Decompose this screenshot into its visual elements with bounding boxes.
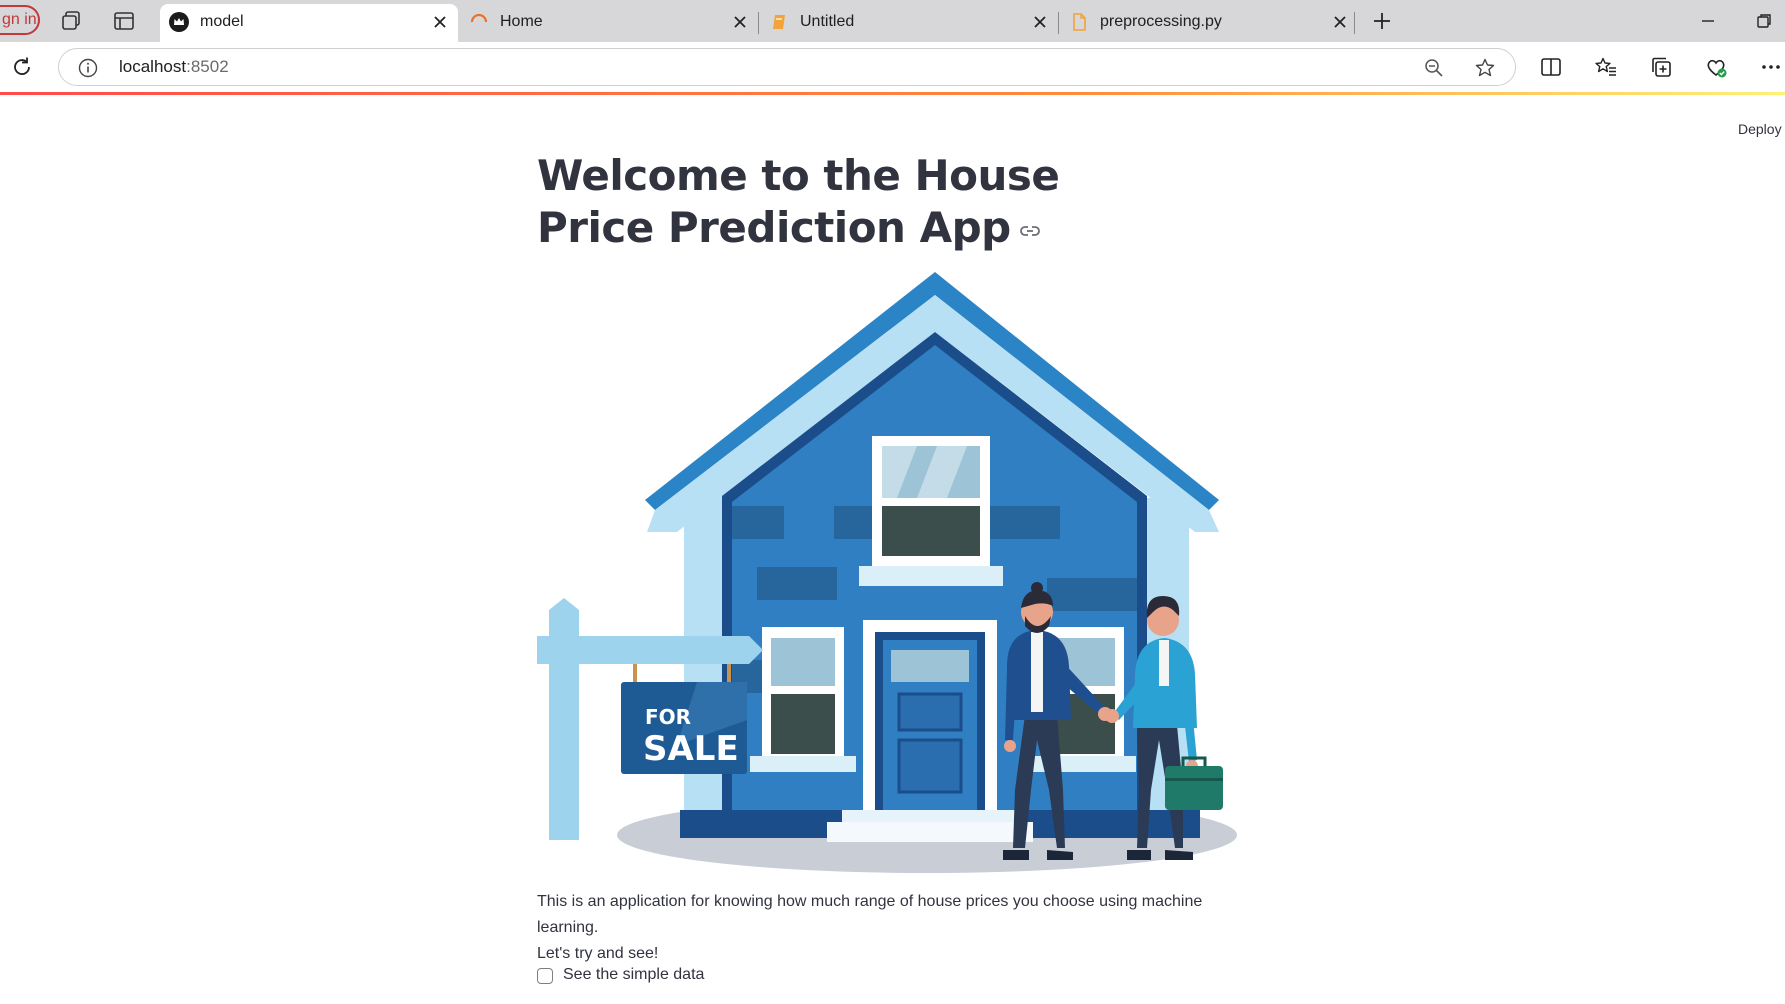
reload-icon[interactable] — [10, 55, 34, 79]
url-port: :8502 — [186, 57, 229, 76]
favorite-star-icon[interactable] — [1473, 56, 1497, 80]
tab-title: preprocessing.py — [1100, 13, 1222, 30]
more-menu-icon[interactable] — [1759, 55, 1783, 79]
tab-separator — [1058, 12, 1059, 34]
address-bar[interactable]: localhost:8502 — [58, 48, 1516, 86]
tab-title: Untitled — [800, 13, 855, 30]
collections-icon[interactable] — [1649, 55, 1673, 79]
close-tab-icon[interactable] — [430, 12, 450, 32]
split-screen-icon[interactable] — [1539, 55, 1563, 79]
zoom-out-icon[interactable] — [1423, 57, 1445, 79]
description-line-2: Let's try and see! — [537, 945, 659, 962]
notebook-icon — [773, 15, 785, 29]
minimize-icon[interactable] — [1698, 11, 1718, 31]
tab-home[interactable]: Home — [460, 4, 758, 42]
app-description: This is an application for knowing how m… — [537, 889, 1257, 967]
house-for-sale-illustration: FOR SALE — [537, 272, 1237, 873]
page-title-text: Welcome to the House Price Prediction Ap… — [537, 151, 1060, 252]
browser-essentials-icon[interactable] — [1704, 55, 1728, 79]
tab-actions-icon[interactable] — [112, 9, 136, 33]
close-tab-icon[interactable] — [1030, 12, 1050, 32]
new-tab-icon[interactable] — [1370, 9, 1394, 33]
url-text[interactable]: localhost:8502 — [119, 57, 229, 77]
close-tab-icon[interactable] — [730, 12, 750, 32]
simple-data-checkbox[interactable] — [537, 968, 553, 984]
tab-separator — [758, 12, 759, 34]
workspaces-icon[interactable] — [60, 9, 84, 33]
streamlit-crown-icon — [169, 12, 189, 32]
restore-icon[interactable] — [1754, 11, 1774, 31]
file-icon — [1073, 13, 1086, 31]
tab-separator — [1354, 12, 1355, 34]
description-line-1: This is an application for knowing how m… — [537, 893, 1203, 936]
streamlit-decoration-bar — [0, 92, 1785, 95]
page-title: Welcome to the House Price Prediction Ap… — [537, 150, 1177, 254]
browser-toolbar: localhost:8502 — [0, 42, 1785, 92]
link-anchor-icon[interactable] — [1019, 224, 1041, 238]
browser-tab-strip: gn in model Home Untitled preprocessing.… — [0, 0, 1785, 42]
sign-text-for: FOR — [645, 705, 691, 729]
favorites-icon[interactable] — [1594, 55, 1618, 79]
loading-spinner-icon — [470, 13, 488, 23]
close-tab-icon[interactable] — [1330, 12, 1350, 32]
tab-title: Home — [500, 13, 543, 30]
url-host: localhost — [119, 57, 187, 76]
tab-preprocessing[interactable]: preprocessing.py — [1060, 4, 1358, 42]
sign-text-sale: SALE — [643, 729, 739, 769]
site-info-icon[interactable] — [77, 57, 99, 79]
tab-untitled[interactable]: Untitled — [760, 4, 1058, 42]
simple-data-checkbox-label[interactable]: See the simple data — [563, 966, 704, 984]
deploy-button[interactable]: Deploy — [1738, 121, 1782, 137]
sign-in-button[interactable]: gn in — [0, 5, 40, 35]
tab-model[interactable]: model — [160, 4, 458, 42]
tab-title: model — [200, 13, 244, 30]
